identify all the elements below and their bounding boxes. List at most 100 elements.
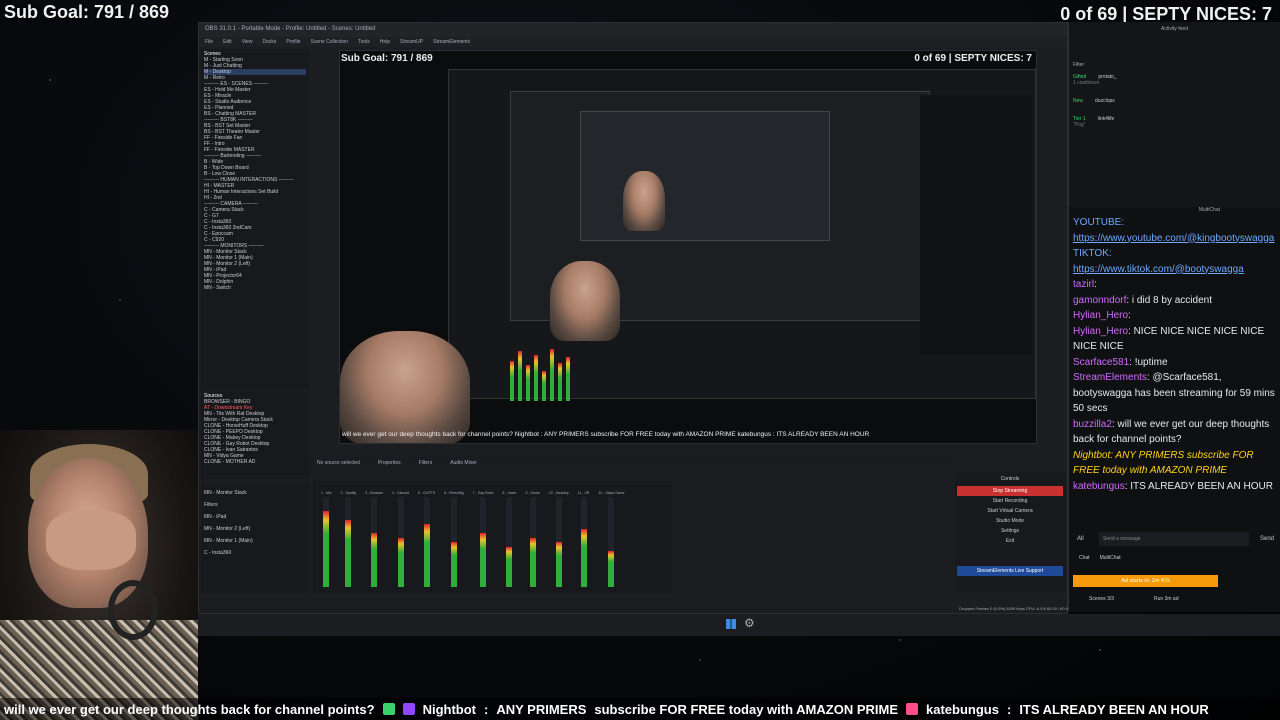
- nested-source-item[interactable]: MN - iPad: [204, 511, 306, 523]
- footer-scenes[interactable]: Scenes 3/3: [1089, 596, 1114, 602]
- volume-meter-fill: [371, 533, 378, 587]
- menu-item-docks[interactable]: Docks: [262, 39, 276, 45]
- volume-meter[interactable]: [397, 497, 404, 587]
- start-virtual-camera-button[interactable]: Start Virtual Camera: [957, 506, 1063, 516]
- menu-item-edit[interactable]: Edit: [223, 39, 232, 45]
- preview-sub-goal: Sub Goal: 791 / 869: [341, 53, 433, 64]
- activity-user: duzclops: [1095, 98, 1115, 104]
- bottom-scene-name[interactable]: MN - Monitor Stack: [204, 487, 306, 499]
- mixer-channel-label: 2 - Spotify: [340, 491, 357, 495]
- activity-note: "Pog": [1073, 122, 1086, 128]
- tiktok-label: TIKTOK:: [1073, 248, 1112, 259]
- menu-item-view[interactable]: View: [242, 39, 253, 45]
- menu-item-streamup[interactable]: StreamUP: [400, 39, 423, 45]
- chat-username[interactable]: Hylian_Hero: [1073, 326, 1128, 337]
- volume-meter[interactable]: [555, 497, 562, 587]
- nested-source-item[interactable]: MN - Monitor 1 (Main): [204, 535, 306, 547]
- chat-username[interactable]: katebungus: [1073, 481, 1125, 492]
- mixer-channel: 2 - Spotify: [340, 491, 357, 587]
- volume-meter[interactable]: [480, 497, 487, 587]
- chat-username[interactable]: gamonndorf: [1073, 295, 1126, 306]
- volume-meter-fill: [397, 537, 404, 587]
- volume-meter[interactable]: [345, 497, 352, 587]
- settings-button[interactable]: Settings: [957, 526, 1063, 536]
- nested-source-item[interactable]: C - Insta360: [204, 547, 306, 559]
- exit-button[interactable]: Exit: [957, 536, 1063, 546]
- chat-username[interactable]: Hylian_Hero: [1073, 310, 1128, 321]
- no-source-label: No source selected: [317, 460, 360, 466]
- obs-titlebar: OBS 31.0.1 - Portable Mode - Profile: Un…: [199, 23, 1067, 37]
- chat-footer: Scenes 3/3 Run 3m ad: [1089, 596, 1179, 602]
- stop-streaming-button[interactable]: Stop Streaming: [957, 486, 1063, 496]
- volume-meter[interactable]: [323, 497, 330, 587]
- scene-item[interactable]: MN - Switch: [204, 285, 306, 291]
- mixer-channel-label: 11 - VR: [577, 491, 590, 495]
- volume-meter[interactable]: [371, 497, 378, 587]
- volume-meter[interactable]: [580, 497, 587, 587]
- source-item[interactable]: CLONE - MOTHER AD: [204, 459, 306, 465]
- volume-meter-fill: [555, 542, 562, 587]
- youtube-link[interactable]: https://www.youtube.com/@kingbootyswagga: [1073, 231, 1279, 247]
- start-recording-button[interactable]: Start Recording: [957, 496, 1063, 506]
- menu-item-scene-collection[interactable]: Scene Collection: [311, 39, 349, 45]
- chat-input[interactable]: Send a message: [1099, 532, 1249, 546]
- activity-feed: Activity feed Filter Gifted protato_ 1 cow…: [1069, 22, 1280, 207]
- menu-item-file[interactable]: File: [205, 39, 213, 45]
- nested-source-item[interactable]: MN - Monitor 2 (Left): [204, 523, 306, 535]
- menu-item-tools[interactable]: Tools: [358, 39, 370, 45]
- preview-person-3: [623, 171, 665, 231]
- chat-username[interactable]: Scarface581: [1073, 357, 1129, 368]
- chat-ticker: will we ever get our deep thoughts back …: [0, 698, 1280, 720]
- settings-icon[interactable]: ⚙: [744, 616, 755, 630]
- mixer-channel-label: 10 - Desktop: [548, 491, 569, 495]
- studio-mode-button[interactable]: Studio Mode: [957, 516, 1063, 526]
- menu-item-help[interactable]: Help: [380, 39, 390, 45]
- mixer-channel: 8 - Vaxer: [503, 491, 516, 587]
- chat-tabs: Chat MultiChat: [1079, 555, 1121, 561]
- volume-meter[interactable]: [423, 497, 430, 587]
- tab-chat[interactable]: Chat: [1079, 555, 1090, 561]
- properties-button[interactable]: Properties: [378, 460, 401, 466]
- activity-row[interactable]: Tier 1 link4life "Pog": [1073, 110, 1276, 134]
- volume-meter[interactable]: [608, 497, 615, 587]
- source-controls-row: No source selected Properties Filters Au…: [311, 457, 951, 469]
- chat-username[interactable]: tazirl: [1073, 279, 1094, 290]
- menu-item-profile[interactable]: Profile: [286, 39, 300, 45]
- mixer-channel: 1 - Mic: [321, 491, 332, 587]
- nested-obs-3: [580, 111, 830, 241]
- send-button[interactable]: Send: [1260, 536, 1274, 542]
- volume-meter-fill: [323, 510, 330, 587]
- tab-multichat[interactable]: MultiChat: [1100, 555, 1121, 561]
- run-ad-button[interactable]: Run 3m ad: [1154, 596, 1178, 602]
- verified-badge-icon: [402, 703, 415, 715]
- activity-row[interactable]: New duzclops: [1073, 92, 1276, 110]
- menu-item-streamelements[interactable]: StreamElements: [433, 39, 470, 45]
- mixer-channel: 4 - Discord: [392, 491, 409, 587]
- obs-preview[interactable]: Sub Goal: 791 / 869 0 of 69 | SEPTY NICE…: [339, 50, 1037, 444]
- chat-text: : ITS ALREADY BEEN AN HOUR: [1124, 480, 1273, 492]
- stream-support-link[interactable]: StreamElements Live Support: [957, 566, 1063, 576]
- chat-username[interactable]: StreamElements: [1073, 372, 1147, 383]
- controls-panel: Controls Stop Streaming Start Recording St…: [955, 472, 1065, 592]
- activity-badge: New: [1073, 98, 1084, 104]
- windows-start-icon[interactable]: [726, 619, 736, 629]
- mixer-channel: 3 - Browser: [365, 491, 383, 587]
- ticker-msg-1: will we ever get our deep thoughts back …: [4, 701, 375, 717]
- filters-label[interactable]: Filters: [204, 499, 306, 511]
- chat-filter-all[interactable]: All: [1077, 536, 1084, 542]
- activity-title: Activity feed: [1161, 26, 1188, 32]
- volume-meter-fill: [608, 551, 615, 587]
- volume-meter[interactable]: [450, 497, 457, 587]
- chat-username[interactable]: buzzilla2: [1073, 419, 1112, 430]
- mixer-channel-label: 7 - Gay Robo: [472, 491, 494, 495]
- volume-meter[interactable]: [506, 497, 513, 587]
- activity-row[interactable]: Gifted protato_ 1 cowbtown: [1073, 68, 1276, 92]
- preview-chat: [920, 95, 1032, 355]
- tiktok-link[interactable]: https://www.tiktok.com/@bootyswagga: [1073, 262, 1279, 278]
- volume-meter[interactable]: [529, 497, 536, 587]
- mixer-channel-label: 12 - Vidya Game: [598, 491, 625, 495]
- chat-username[interactable]: Nightbot: [1073, 450, 1110, 461]
- chat-message: Scarface581: !uptime: [1073, 355, 1279, 371]
- filters-button[interactable]: Filters: [419, 460, 433, 466]
- nested-source-panel: MN - Monitor Stack Filters MN - iPad MN -…: [201, 483, 309, 593]
